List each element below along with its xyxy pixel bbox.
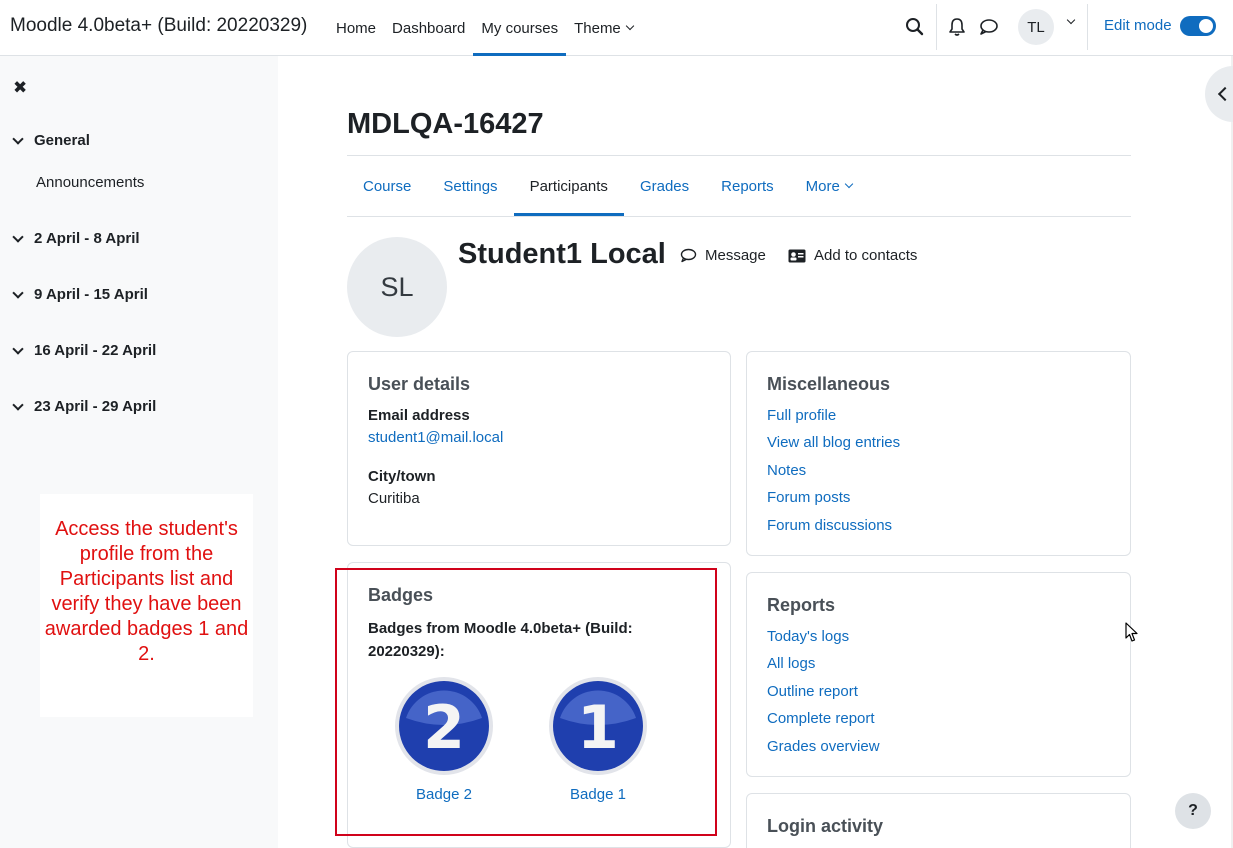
tab-participants[interactable]: Participants [513, 156, 625, 216]
message-label: Message [705, 247, 766, 264]
chevron-down-icon[interactable] [12, 398, 24, 411]
add-to-contacts-button[interactable]: Add to contacts [788, 247, 917, 264]
add-to-contacts-label: Add to contacts [814, 247, 918, 264]
section-general[interactable]: General [12, 132, 90, 149]
help-button[interactable]: ? [1175, 793, 1211, 829]
navbar-divider [936, 4, 937, 50]
open-block-drawer-button[interactable] [1205, 66, 1233, 122]
tab-settings[interactable]: Settings [427, 156, 513, 216]
card-title: Login activity [767, 816, 884, 836]
site-name[interactable]: Moodle 4.0beta+ (Build: 20220329) [10, 15, 307, 37]
course-secondary-navigation: Course Settings Participants Grades Repo… [347, 156, 868, 216]
close-icon[interactable]: ✖ [13, 78, 27, 98]
link-complete-report[interactable]: Complete report [767, 710, 875, 727]
section-week-4[interactable]: 23 April - 29 April [12, 398, 157, 415]
link-forum-discussions[interactable]: Forum discussions [767, 517, 892, 534]
message-button[interactable]: Message [680, 247, 766, 264]
nav-my-courses[interactable]: My courses [473, 0, 566, 56]
nav-theme[interactable]: Theme [566, 0, 641, 56]
email-label: Email address [368, 407, 470, 424]
city-label: City/town [368, 468, 436, 485]
section-label: 23 April - 29 April [34, 398, 157, 415]
user-fullname: Student1 Local [458, 238, 666, 270]
user-profile-avatar: SL [347, 237, 447, 337]
section-label: 2 April - 8 April [34, 230, 140, 247]
user-details-card: User details Email address student1@mail… [347, 351, 731, 546]
course-title: MDLQA-16427 [347, 108, 544, 140]
user-menu-chevron-icon[interactable] [1066, 15, 1076, 25]
edit-mode-label[interactable]: Edit mode [1104, 17, 1172, 34]
nav-dashboard[interactable]: Dashboard [384, 0, 473, 56]
annotation-note: Access the student's profile from the Pa… [40, 494, 253, 717]
edit-mode-toggle[interactable] [1180, 16, 1216, 36]
highlight-annotation-box [335, 568, 717, 836]
course-index-drawer: ✖ General Announcements 2 April - 8 Apri… [0, 56, 278, 848]
email-link[interactable]: student1@mail.local [368, 429, 503, 446]
section-week-1[interactable]: 2 April - 8 April [12, 230, 140, 247]
section-label: General [34, 132, 90, 149]
card-title: Reports [767, 595, 836, 615]
city-value: Curitiba [368, 490, 420, 507]
user-avatar[interactable]: TL [1018, 9, 1054, 45]
chevron-down-icon [844, 179, 854, 189]
tab-more[interactable]: More [790, 156, 868, 216]
link-todays-logs[interactable]: Today's logs [767, 628, 849, 645]
bell-icon[interactable] [946, 16, 968, 38]
chevron-left-icon [1217, 86, 1233, 102]
mouse-cursor-icon [1125, 622, 1138, 642]
link-grades-overview[interactable]: Grades overview [767, 738, 880, 755]
top-navbar: Moodle 4.0beta+ (Build: 20220329) Home D… [0, 0, 1233, 56]
link-blog-entries[interactable]: View all blog entries [767, 434, 900, 451]
search-icon[interactable] [904, 16, 926, 38]
section-week-2[interactable]: 9 April - 15 April [12, 286, 148, 303]
activity-announcements[interactable]: Announcements [36, 174, 144, 191]
link-notes[interactable]: Notes [767, 462, 806, 479]
section-week-3[interactable]: 16 April - 22 April [12, 342, 157, 359]
chevron-down-icon[interactable] [12, 230, 24, 243]
link-all-logs[interactable]: All logs [767, 655, 815, 672]
login-activity-card: Login activity [746, 793, 1131, 848]
link-full-profile[interactable]: Full profile [767, 407, 836, 424]
address-card-icon [788, 249, 806, 262]
tab-more-label: More [805, 177, 840, 195]
divider [347, 216, 1131, 217]
tab-course[interactable]: Course [347, 156, 427, 216]
tab-grades[interactable]: Grades [624, 156, 705, 216]
primary-navigation: Home Dashboard My courses Theme [328, 0, 641, 56]
chat-bubble-icon[interactable] [978, 16, 1000, 38]
reports-card: Reports Today's logs All logs Outline re… [746, 572, 1131, 777]
chevron-down-icon[interactable] [12, 342, 24, 355]
section-label: 16 April - 22 April [34, 342, 157, 359]
link-outline-report[interactable]: Outline report [767, 683, 858, 700]
link-forum-posts[interactable]: Forum posts [767, 489, 850, 506]
card-title: Miscellaneous [767, 374, 891, 394]
comment-icon [680, 248, 697, 263]
chevron-down-icon [625, 21, 635, 31]
tab-reports[interactable]: Reports [705, 156, 790, 216]
chevron-down-icon[interactable] [12, 132, 24, 145]
section-label: 9 April - 15 April [34, 286, 148, 303]
card-title: User details [368, 374, 471, 394]
navbar-divider [1087, 4, 1088, 50]
chevron-down-icon[interactable] [12, 286, 24, 299]
miscellaneous-card: Miscellaneous Full profile View all blog… [746, 351, 1131, 556]
nav-home[interactable]: Home [328, 0, 384, 56]
nav-theme-label: Theme [574, 19, 621, 37]
